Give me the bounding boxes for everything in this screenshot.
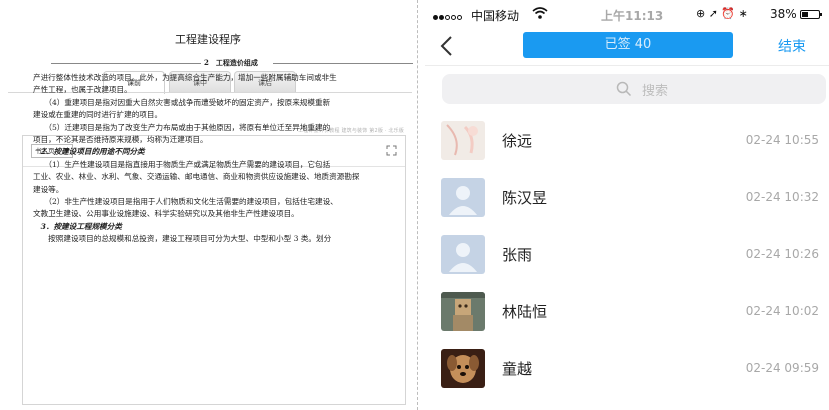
document-line: （1）生产性建设项目是指直接用于物质生产或满足物质生产需要的建设项目，它包括 — [33, 159, 331, 169]
battery-fill — [802, 12, 809, 17]
avatar — [441, 178, 485, 217]
course-page: 工程建设程序 课前 课中 课后 工程计量计价教程 建筑与装饰 第2版 · 北乐版… — [0, 0, 416, 410]
attendee-row[interactable]: 童越 02-24 09:59 — [425, 341, 829, 398]
course-title: 工程建设程序 — [175, 33, 241, 46]
document-line: 按照建设项目的总规模和总投资，建设工程项目可分为大型、中型和小型 3 类。划分 — [33, 234, 332, 244]
header-rule-right — [273, 63, 413, 64]
search-placeholder: 搜索 — [642, 84, 669, 99]
avatar — [441, 292, 485, 331]
checkin-time: 02-24 10:02 — [745, 304, 819, 318]
attendee-name: 陈汉昱 — [502, 189, 548, 207]
panel-divider — [417, 0, 418, 410]
attendee-row[interactable]: 徐远 02-24 10:55 — [425, 113, 829, 170]
document-line: （2）非生产性建设项目是指用于人们物质和文化生活需要的建设项目，包括住宅建设、 — [33, 196, 338, 206]
status-indicators-icon: ⊕ ➚ ⏰ ∗ — [696, 7, 748, 20]
section-header-label: 2 工程造价组成 — [201, 57, 261, 70]
document-lines: 产进行整体性技术改造的项目。此外，为提高综合生产能力，增加一些附属辅助车间或非生… — [33, 72, 413, 245]
checkin-time: 02-24 10:32 — [745, 190, 819, 204]
attendee-name: 徐远 — [502, 132, 533, 150]
avatar — [441, 349, 485, 388]
attendee-name: 张雨 — [502, 246, 533, 264]
section-header: 2 工程造价组成 — [33, 57, 413, 70]
status-bar: 中国移动 上午11:13 ⊕ ➚ ⏰ ∗ 38% — [425, 0, 829, 30]
document-line: 2．按建设项目的用途不同分类 — [33, 147, 145, 157]
checkin-time: 02-24 09:59 — [745, 361, 819, 375]
attendee-row[interactable]: 陈汉昱 02-24 10:32 — [425, 170, 829, 227]
document-line: 项目，不论其是否维持原来规模，均称为迁建项目。 — [33, 134, 208, 144]
attendee-name: 林陆恒 — [502, 303, 548, 321]
battery-percent: 38% — [770, 7, 797, 21]
attendee-row[interactable]: 林陆恒 02-24 10:02 — [425, 284, 829, 341]
checkin-time: 02-24 10:26 — [745, 247, 819, 261]
search-bar[interactable]: 搜索 — [442, 74, 826, 104]
back-chevron-icon[interactable] — [439, 35, 455, 57]
document-page: 2 工程造价组成 产进行整体性技术改造的项目。此外，为提高综合生产能力，增加一些… — [33, 57, 413, 245]
document-line: 产进行整体性技术改造的项目。此外，为提高综合生产能力，增加一些附属辅助车间或非生 — [33, 73, 337, 82]
document-line: 文教卫生建设、公用事业设施建设、科学实验研究以及其他非生产性建设项目。 — [33, 209, 299, 219]
document-line: 工业、农业、林业、水利、气象、交通运输、邮电通信、商业和物资供应设施建设、地质资… — [33, 172, 360, 182]
wifi-icon — [532, 7, 548, 19]
document-line: （5）迁建项目是指为了改变生产力布局或由于其他原因，将原有单位迁至异地重建的 — [33, 122, 331, 132]
document-line: （4）重建项目是指对因重大自然灾害或战争而遭受破坏的固定资产，按原来规模重新 — [33, 97, 331, 107]
attendee-name: 童越 — [502, 360, 533, 378]
avatar — [441, 235, 485, 274]
signed-count-segment[interactable]: 已签 40 — [523, 32, 733, 58]
document-line: 建设或在重建的同时进行扩建的项目。 — [33, 110, 163, 120]
attendee-row[interactable]: 张雨 02-24 10:26 — [425, 227, 829, 284]
checkin-time: 02-24 10:55 — [745, 133, 819, 147]
carrier-label: 中国移动 — [471, 9, 520, 23]
document-line: 建设等。 — [33, 184, 64, 194]
checkin-screen: 中国移动 上午11:13 ⊕ ➚ ⏰ ∗ 38% 已签 40 结束 搜索 徐远 0… — [425, 0, 829, 410]
battery-icon — [800, 10, 822, 19]
nav-divider — [425, 65, 829, 66]
avatar — [441, 121, 485, 160]
signal-dots-icon — [433, 10, 463, 24]
header-rule-left — [51, 63, 201, 64]
document-line: 产性工程，也属于改建项目。 — [33, 85, 132, 95]
nav-bar: 已签 40 结束 — [425, 30, 829, 64]
document-line: 3．按建设工程规模分类 — [33, 221, 122, 231]
attendee-list: 徐远 02-24 10:55 陈汉昱 02-24 10:32 张雨 02-24 10:26… — [425, 113, 829, 398]
search-icon — [616, 81, 632, 97]
end-button[interactable]: 结束 — [778, 36, 806, 56]
